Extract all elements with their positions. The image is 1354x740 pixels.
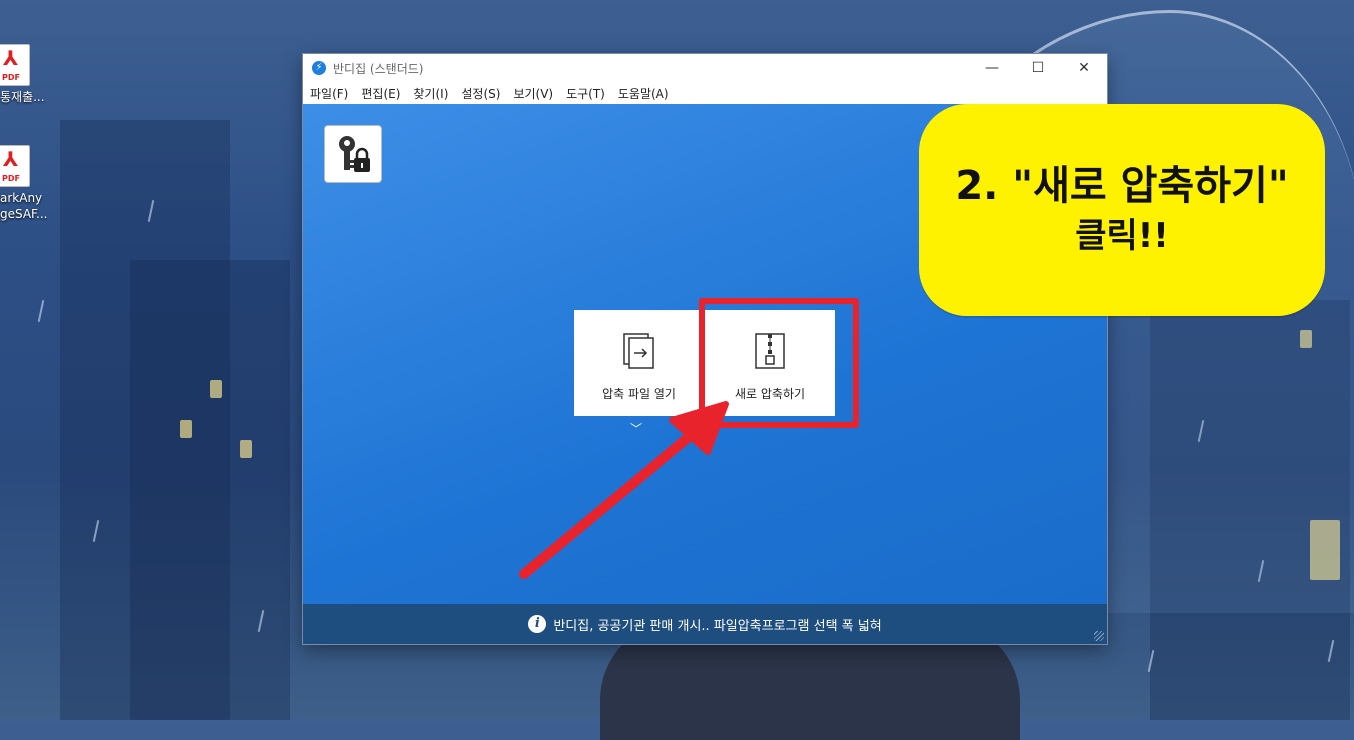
pdf-file-icon: ⅄ PDF [0, 145, 30, 187]
highlight-box [699, 298, 859, 428]
desktop-file-label: geSAF... [0, 207, 48, 221]
menu-tools[interactable]: 도구(T) [566, 85, 605, 102]
info-icon: i [528, 615, 547, 633]
maximize-button[interactable]: ☐ [1015, 54, 1061, 82]
close-button[interactable]: ✕ [1061, 54, 1107, 82]
status-text: 반디집, 공공기관 판매 개시.. 파일압축프로그램 선택 폭 넓혀 [553, 618, 882, 634]
minimize-button[interactable]: — [969, 54, 1015, 82]
open-archive-button[interactable]: 압축 파일 열기 [574, 310, 704, 416]
callout-line-1: 2. "새로 압축하기" [955, 163, 1289, 209]
pdf-file-icon: ⅄ PDF [0, 44, 30, 86]
menu-edit[interactable]: 편집(E) [361, 85, 400, 102]
instruction-callout: 2. "새로 압축하기" 클릭!! [919, 104, 1325, 316]
password-manager-button[interactable] [324, 125, 382, 183]
resize-grip[interactable] [1094, 631, 1104, 641]
menu-bar: 파일(F) 편집(E) 찾기(I) 설정(S) 보기(V) 도구(T) 도움말(… [303, 82, 1107, 104]
open-file-icon [623, 333, 654, 369]
menu-file[interactable]: 파일(F) [310, 85, 348, 102]
menu-view[interactable]: 보기(V) [513, 85, 553, 102]
key-lock-icon [339, 136, 370, 172]
status-bar[interactable]: i 반디집, 공공기관 판매 개시.. 파일압축프로그램 선택 폭 넓혀 [303, 604, 1107, 644]
bandizip-app-icon: ⚡ [312, 61, 326, 75]
desktop-file-label: 통재출... [0, 90, 45, 104]
desktop-file-2[interactable]: ⅄ PDF arkAny geSAF... [0, 145, 60, 222]
menu-help[interactable]: 도움말(A) [618, 85, 669, 102]
desktop-file-1[interactable]: ⅄ PDF 통재출... [0, 44, 60, 105]
window-title: 반디집 (스탠더드) [333, 61, 424, 76]
callout-line-2: 클릭!! [1075, 216, 1169, 256]
desktop-file-label: arkAny [0, 191, 43, 205]
open-archive-label: 압축 파일 열기 [602, 387, 676, 401]
menu-settings[interactable]: 설정(S) [461, 85, 500, 102]
chevron-down-icon[interactable]: ﹀ [630, 420, 642, 437]
menu-find[interactable]: 찾기(I) [413, 85, 448, 102]
title-bar[interactable]: ⚡ 반디집 (스탠더드) — ☐ ✕ [303, 54, 1107, 82]
